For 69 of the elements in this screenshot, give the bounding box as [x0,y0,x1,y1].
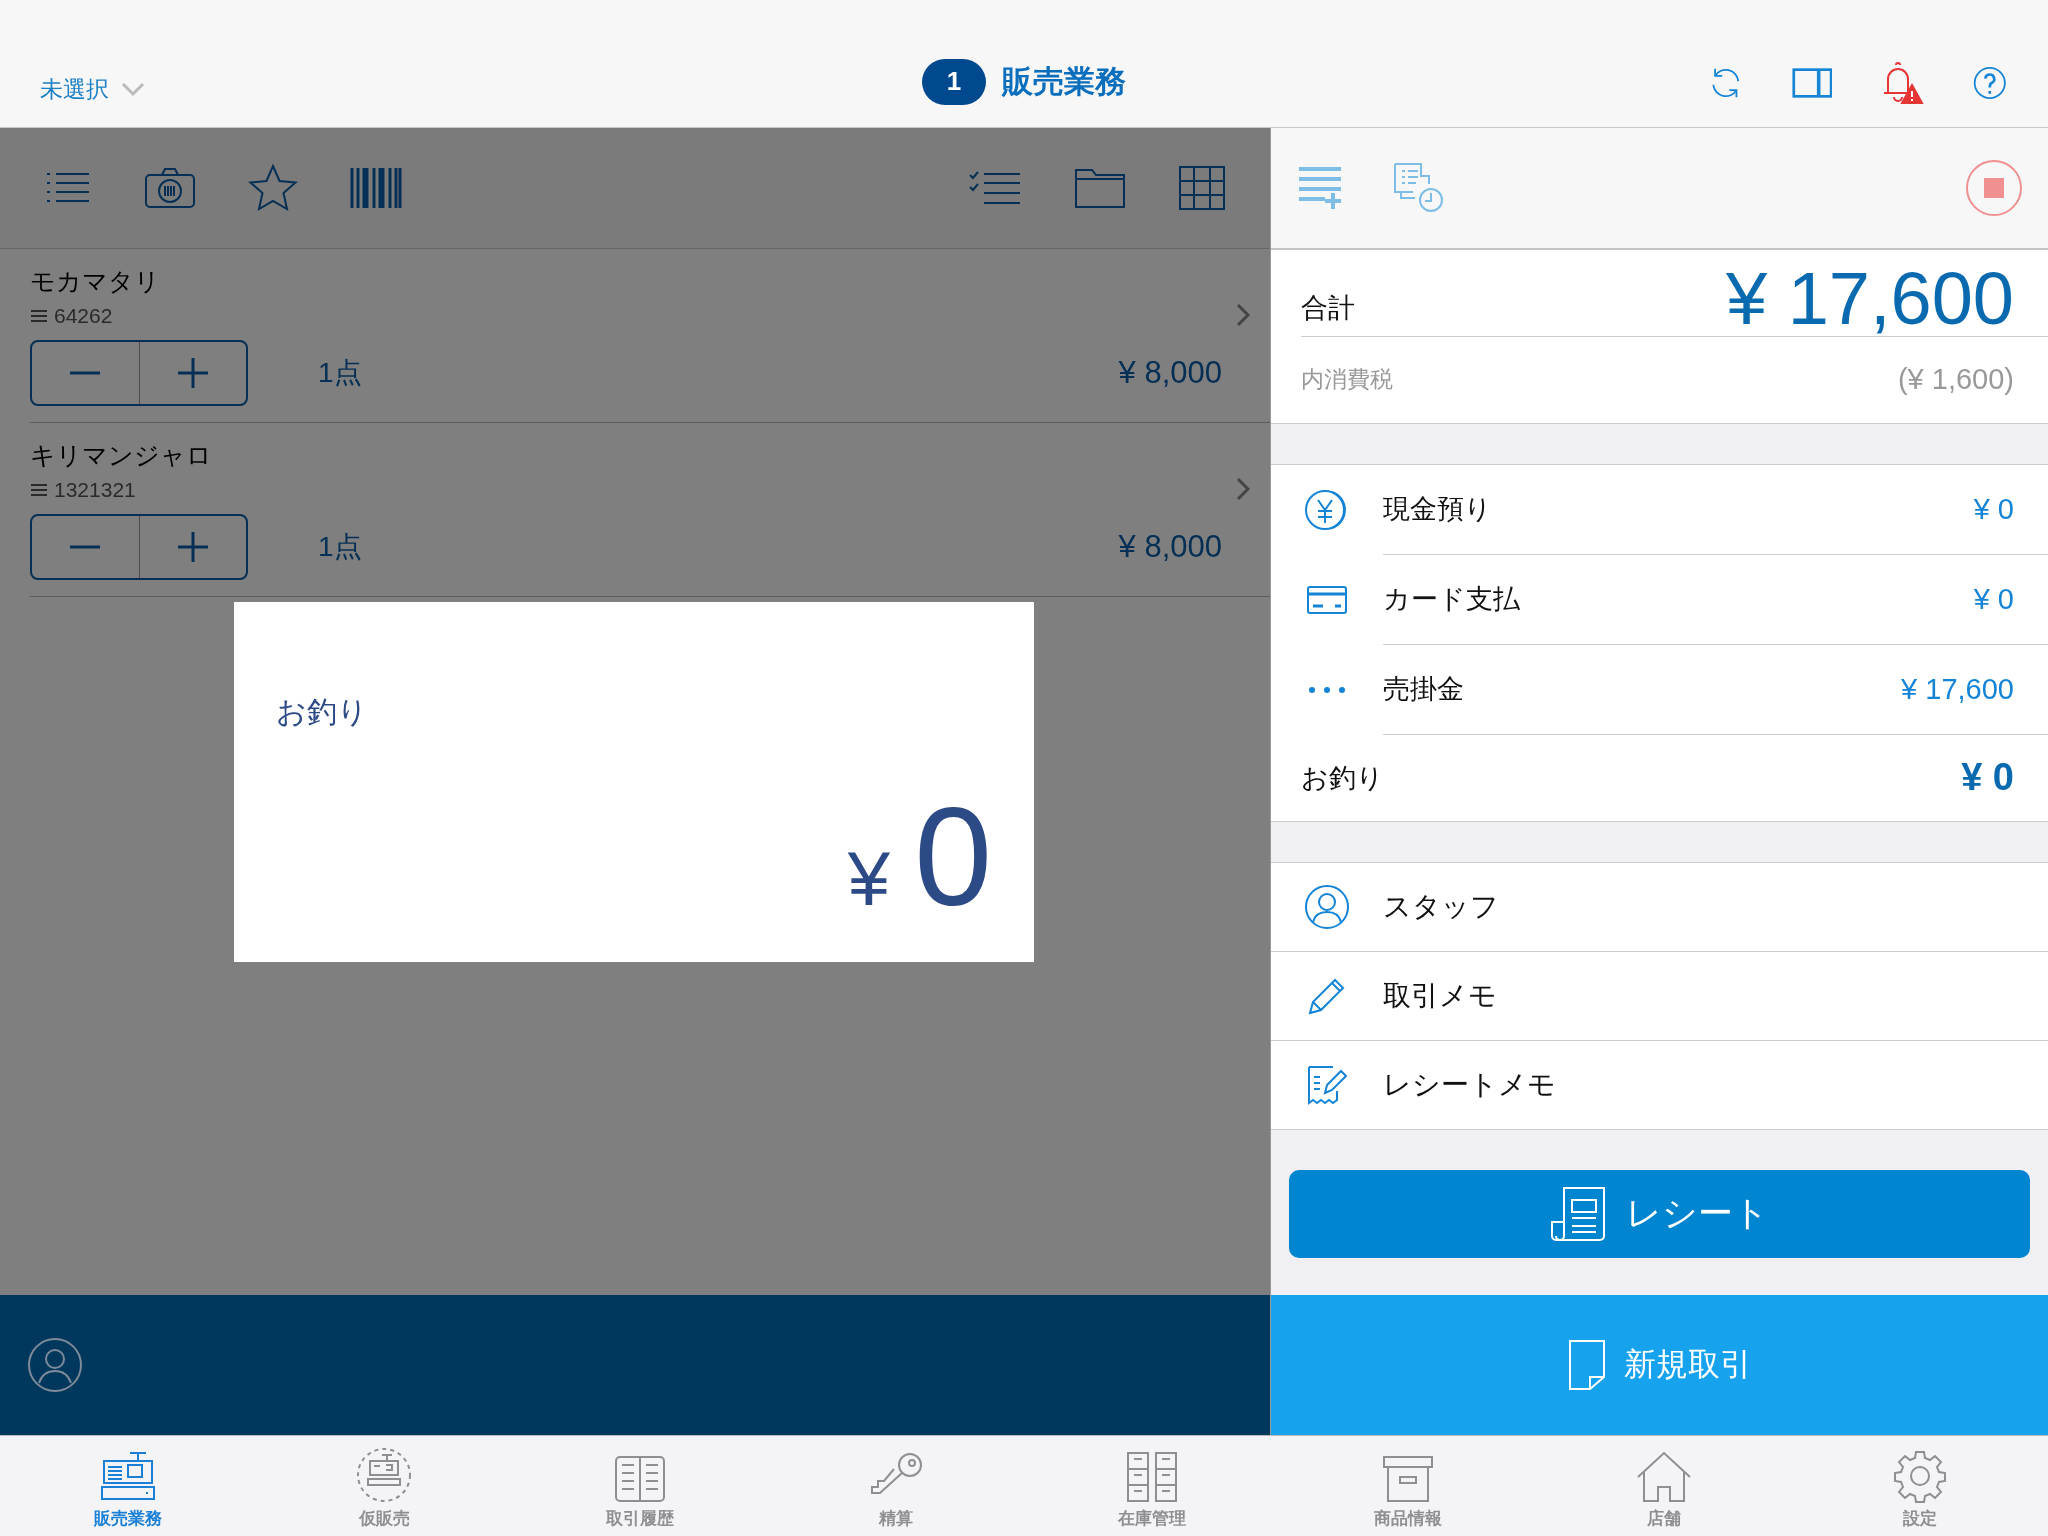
tab[interactable]: 商品情報 [1280,1436,1536,1536]
minus-icon [70,370,101,375]
store-selector[interactable]: 未選択 [40,73,340,105]
change-amount: 0 [914,793,992,920]
item-price: ¥ 8,000 [1118,528,1222,565]
chevron-right-icon[interactable] [1236,303,1250,328]
change-amount: ¥ 0 [1961,756,2014,800]
item-price: ¥ 8,000 [1118,354,1222,391]
receipt-icon [1550,1185,1606,1242]
document-clock-icon[interactable] [1393,161,1445,214]
total-label: 合計 [1301,291,1355,325]
document-icon [1567,1339,1606,1391]
payment-label: 売掛金 [1383,673,1464,707]
change-label: お釣り [276,693,369,730]
chevron-down-icon [121,81,145,98]
code-list-icon [30,308,48,323]
payment-amount: ¥ 0 [1973,582,2014,616]
payment-label: 現金預り [1383,493,1492,527]
tab[interactable]: 設定 [1792,1436,2048,1536]
minus-icon [70,544,101,549]
tab[interactable]: 仮販売 [256,1436,512,1536]
plus-icon [177,357,208,388]
user-avatar-icon[interactable] [27,1337,83,1393]
receipt-button[interactable]: レシート [1289,1169,2030,1258]
cabinet-icon[interactable] [1126,1451,1178,1503]
cash-register-icon[interactable] [100,1451,156,1503]
barcode-icon[interactable] [350,165,402,210]
screen-title: 販売業務 [1002,62,1126,101]
tab[interactable]: 販売業務 [0,1436,256,1536]
code-list-icon [30,482,48,497]
payment-amount: ¥ 0 [1973,492,2014,526]
gear-icon[interactable] [1893,1449,1947,1503]
box-icon[interactable] [1382,1455,1434,1503]
chevron-right-icon[interactable] [1236,477,1250,502]
tax-amount: (¥ 1,600) [1897,363,2014,397]
item-name: モカマタリ [30,265,161,297]
star-icon[interactable] [248,163,298,212]
add-list-icon[interactable] [1297,164,1343,211]
option-row[interactable]: レシートメモ [1271,1040,2048,1129]
option-row[interactable]: スタッフ [1271,862,2048,952]
new-transaction-button[interactable]: 新規取引 [1271,1295,2048,1435]
grid-icon[interactable] [1178,164,1226,211]
item-code: 64262 [54,303,113,328]
tab[interactable]: 取引履歴 [512,1436,768,1536]
option-row[interactable]: 取引メモ [1271,951,2048,1041]
more-icon [1307,684,1347,695]
stop-button[interactable] [1966,159,2022,216]
payment-amount: ¥ 17,600 [1901,672,2014,706]
plus-icon [177,531,208,562]
sidebar-toggle-icon[interactable] [1791,65,1833,100]
person-icon [1304,883,1350,930]
dashed-register-icon[interactable] [356,1447,412,1503]
ledger-icon[interactable] [614,1455,666,1503]
camera-icon[interactable] [144,166,196,209]
currency-sign: ¥ [847,834,891,922]
house-icon[interactable] [1636,1451,1692,1503]
item-quantity: 1点 [318,529,362,564]
tab[interactable]: 精算 [768,1436,1024,1536]
total-amount: ¥ 17,600 [1725,261,2014,336]
item-code: 1321321 [54,477,136,502]
tab[interactable]: 店舗 [1536,1436,1792,1536]
register-number-badge: 1 [922,58,986,105]
item-name: キリマンジャロ [30,439,213,471]
credit-card-icon [1306,584,1348,615]
change-label: お釣り [1301,761,1384,795]
payment-label: カード支払 [1383,583,1520,617]
item-quantity: 1点 [318,355,362,390]
tax-label: 内消費税 [1301,365,1393,395]
tab[interactable]: 在庫管理 [1024,1436,1280,1536]
